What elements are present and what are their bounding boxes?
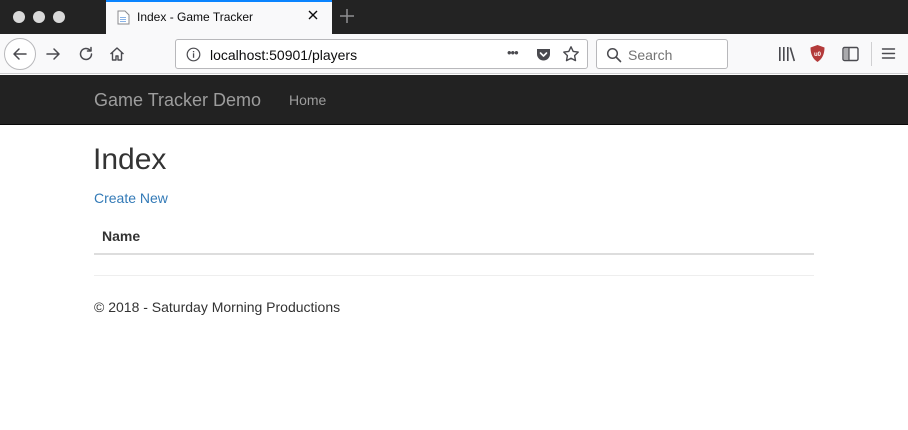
app-navbar: Game Tracker Demo Home (0, 75, 908, 125)
pocket-icon[interactable] (535, 46, 552, 63)
star-icon[interactable] (562, 45, 580, 63)
close-window-button[interactable] (13, 11, 25, 23)
back-arrow-icon (13, 48, 27, 60)
reload-icon (79, 46, 93, 61)
footer-text: © 2018 - Saturday Morning Productions (94, 299, 341, 315)
tab-strip: Index - Game Tracker (0, 0, 908, 34)
home-button[interactable] (103, 40, 131, 68)
info-icon[interactable] (186, 47, 201, 62)
page-title: Index (93, 143, 167, 176)
library-icon[interactable] (778, 46, 796, 62)
create-new-link[interactable]: Create New (94, 190, 168, 206)
active-tab[interactable]: Index - Game Tracker (106, 0, 332, 34)
browser-toolbar: localhost:50901/players ••• Search u0 (0, 34, 908, 74)
forward-button[interactable] (39, 40, 67, 68)
brand-link[interactable]: Game Tracker Demo (94, 90, 261, 111)
page-actions-button[interactable]: ••• (507, 45, 519, 60)
search-input[interactable]: Search (628, 47, 672, 63)
table-header-border (94, 253, 814, 255)
plus-icon[interactable] (338, 7, 356, 25)
footer-divider (94, 275, 814, 276)
svg-text:u0: u0 (814, 52, 822, 58)
search-bar[interactable]: Search (596, 39, 728, 69)
maximize-window-button[interactable] (53, 11, 65, 23)
ublock-icon[interactable]: u0 (809, 44, 826, 63)
home-icon (110, 47, 124, 61)
back-button[interactable] (4, 38, 36, 70)
menu-icon[interactable] (881, 46, 896, 61)
toolbar-separator (871, 42, 872, 66)
search-icon (606, 47, 622, 63)
url-bar[interactable]: localhost:50901/players ••• (175, 39, 588, 69)
reload-button[interactable] (72, 40, 100, 68)
url-text[interactable]: localhost:50901/players (210, 47, 357, 63)
nav-home-link[interactable]: Home (289, 92, 326, 108)
forward-arrow-icon (46, 48, 60, 60)
tab-title: Index - Game Tracker (137, 10, 254, 24)
close-icon[interactable] (305, 7, 321, 23)
page-favicon-icon (117, 10, 130, 25)
table-header-name: Name (102, 228, 141, 244)
minimize-window-button[interactable] (33, 11, 45, 23)
sidebar-icon[interactable] (842, 46, 859, 62)
